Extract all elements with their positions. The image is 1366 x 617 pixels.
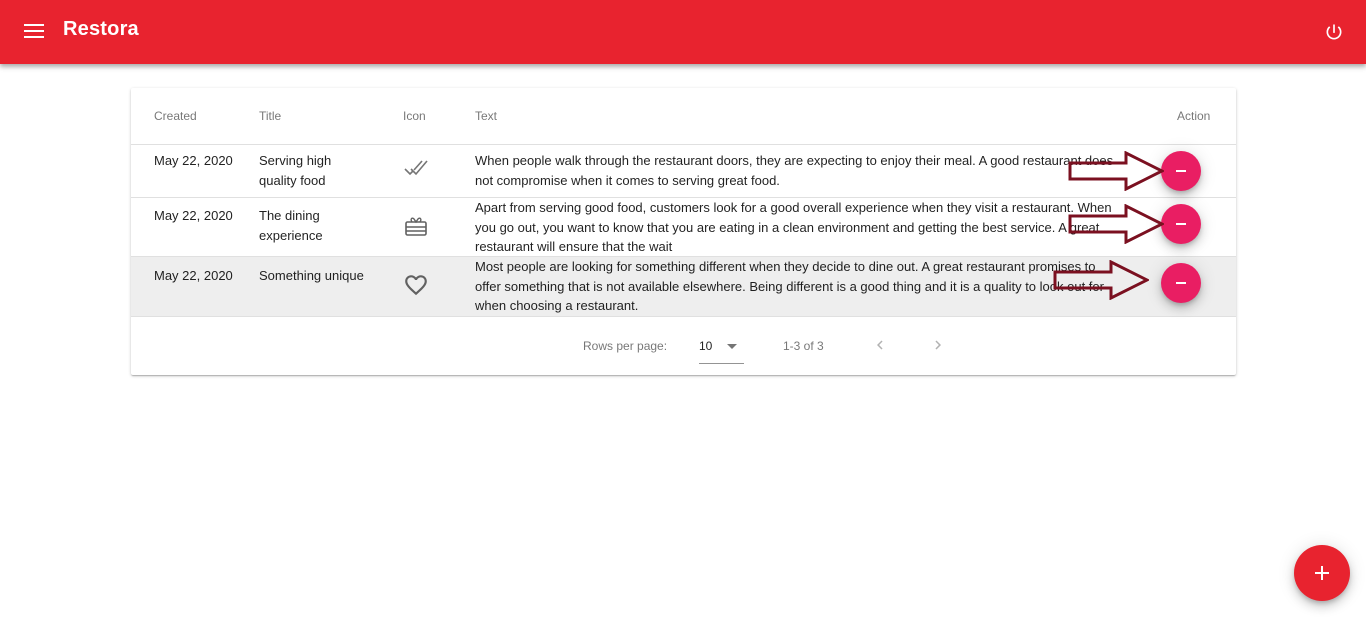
column-header-created[interactable]: Created [154, 109, 197, 123]
table-pagination: Rows per page: 10 1-3 of 3 [131, 317, 1236, 375]
posts-table-card: Created Title Icon Text Action May 22, 2… [131, 88, 1236, 375]
remove-icon [1176, 223, 1186, 225]
remove-row-button[interactable] [1161, 263, 1201, 303]
previous-page-button[interactable] [862, 327, 898, 363]
chevron-left-icon [877, 340, 883, 350]
remove-icon [1176, 170, 1186, 172]
app-bar: Restora [0, 0, 1366, 64]
table-row[interactable]: May 22, 2020 The dining experience Apart… [131, 198, 1236, 257]
row-text: Most people are looking for something di… [475, 259, 1104, 313]
row-created: May 22, 2020 [154, 153, 233, 168]
row-created: May 22, 2020 [154, 268, 233, 283]
row-text: When people walk through the restaurant … [475, 153, 1114, 188]
app-title: Restora [63, 18, 139, 40]
pagination-range: 1-3 of 3 [783, 339, 824, 353]
column-header-action: Action [1177, 109, 1211, 123]
column-header-text[interactable]: Text [475, 109, 497, 123]
remove-icon [1176, 282, 1186, 284]
add-post-button[interactable] [1294, 545, 1350, 601]
remove-row-button[interactable] [1161, 151, 1201, 191]
double-check-icon [403, 156, 429, 182]
table-row[interactable]: May 22, 2020 Something unique Most peopl… [131, 257, 1236, 317]
dropdown-arrow-icon [727, 344, 737, 349]
rows-per-page-value: 10 [699, 339, 713, 353]
menu-button[interactable] [14, 12, 54, 52]
column-header-title[interactable]: Title [259, 109, 281, 123]
gift-card-icon [403, 214, 429, 240]
heart-outline-icon [403, 272, 429, 298]
power-icon [1326, 24, 1342, 40]
row-title: The dining experience [259, 208, 323, 243]
rows-per-page-select[interactable]: 10 [699, 331, 744, 364]
table-header: Created Title Icon Text Action [131, 88, 1236, 145]
row-created: May 22, 2020 [154, 208, 233, 223]
rows-per-page-label: Rows per page: [583, 339, 668, 353]
row-title: Serving high quality food [259, 153, 332, 188]
row-text: Apart from serving good food, customers … [475, 200, 1112, 254]
chevron-right-icon [935, 340, 941, 350]
next-page-button[interactable] [920, 327, 956, 363]
row-title: Something unique [259, 268, 364, 283]
hamburger-menu-icon [24, 24, 44, 38]
remove-row-button[interactable] [1161, 204, 1201, 244]
logout-button[interactable] [1314, 12, 1354, 52]
column-header-icon[interactable]: Icon [403, 109, 426, 123]
table-row[interactable]: May 22, 2020 Serving high quality food W… [131, 145, 1236, 198]
